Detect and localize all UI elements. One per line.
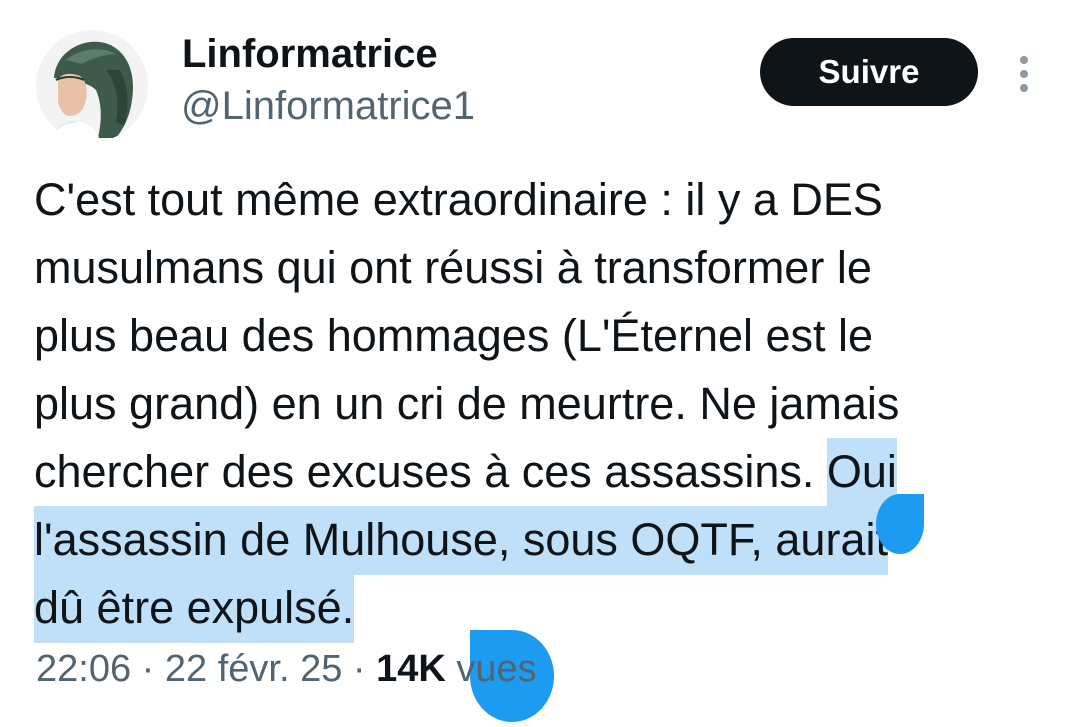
tweet-text-line: plus beau des hommages (L'Éternel est le — [34, 310, 874, 361]
meta-separator: · — [131, 648, 165, 690]
selection-start-handle[interactable] — [876, 494, 924, 554]
views-label: vues — [445, 648, 537, 690]
tweet-meta: 22:06 · 22 févr. 25 · 14K vues — [36, 648, 537, 691]
tweet-text-plain: chercher des excuses à ces assassins. — [34, 446, 827, 497]
selected-text[interactable]: dû être expulsé. — [34, 574, 355, 643]
selected-text[interactable]: Oui — [826, 438, 897, 507]
tweet-card: Linformatrice @Linformatrice1 Suivre C'e… — [0, 0, 1080, 727]
tweet-text-line: dû être expulsé. — [34, 574, 1044, 643]
tweet-date[interactable]: 22 févr. 25 — [165, 648, 342, 690]
views-count: 14K — [376, 648, 446, 690]
author-handle[interactable]: @Linformatrice1 — [181, 84, 475, 129]
tweet-text: C'est tout même extraordinaire : il y a … — [34, 166, 1044, 643]
more-vertical-icon[interactable] — [1004, 52, 1044, 96]
avatar-image — [36, 30, 148, 142]
author-display-name[interactable]: Linformatrice — [182, 32, 438, 77]
tweet-text-line: plus grand) en un cri de meurtre. Ne jam… — [34, 378, 900, 429]
tweet-time[interactable]: 22:06 — [36, 648, 131, 690]
meta-separator: · — [342, 648, 377, 690]
tweet-text-line: musulmans qui ont réussi à transformer l… — [34, 242, 872, 293]
tweet-text-line: C'est tout même extraordinaire : il y a … — [34, 174, 883, 225]
follow-button[interactable]: Suivre — [760, 38, 978, 106]
selected-text[interactable]: l'assassin de Mulhouse, sous OQTF, aurai… — [34, 506, 888, 575]
avatar[interactable] — [36, 30, 148, 142]
